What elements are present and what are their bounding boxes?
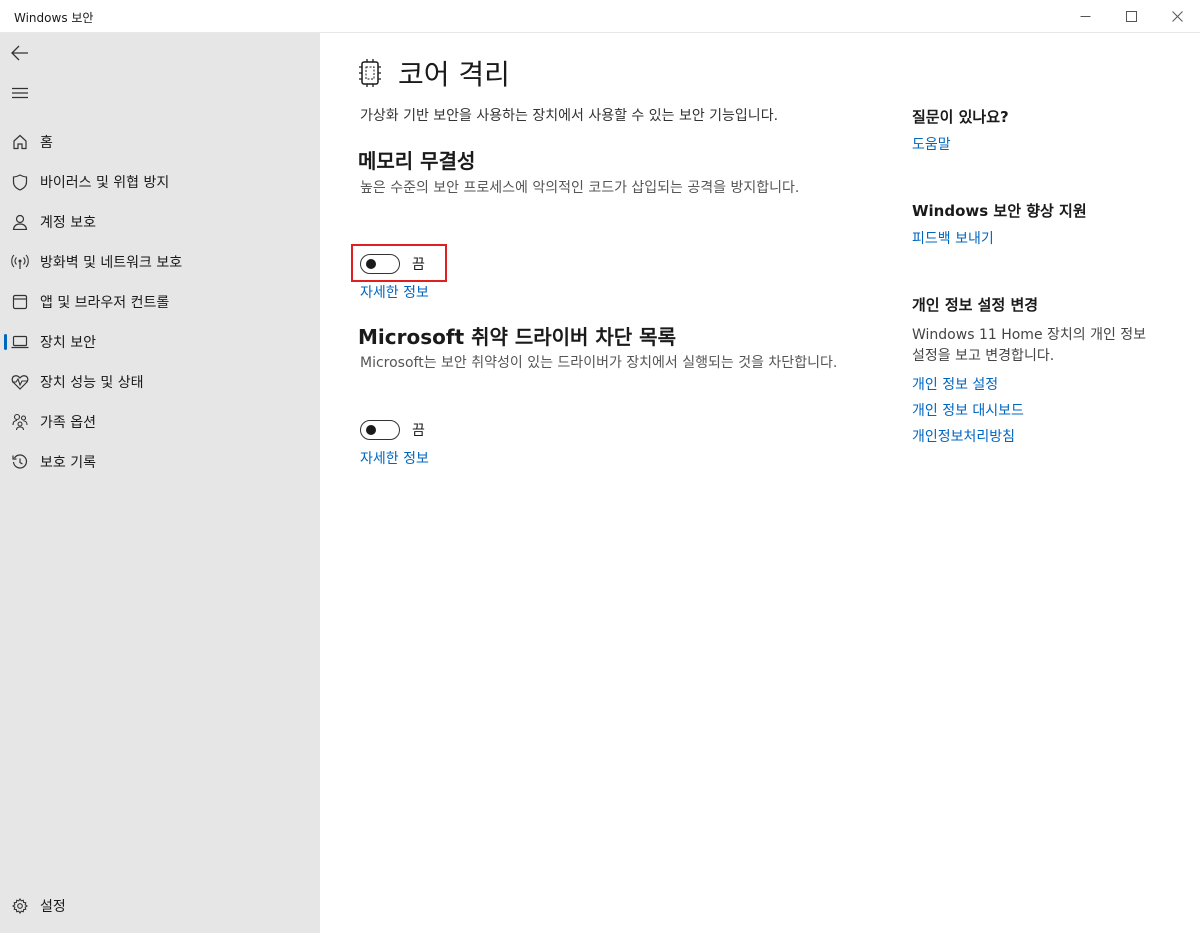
- memory-integrity-description: 높은 수준의 보안 프로세스에 악의적인 코드가 삽입되는 공격을 방지합니다.: [360, 180, 800, 196]
- sidebar-item-label: 방화벽 및 네트워크 보호: [40, 255, 183, 271]
- gear-icon: [11, 897, 29, 915]
- shield-icon: [11, 173, 29, 191]
- privacy-settings-link[interactable]: 개인 정보 설정: [912, 374, 998, 394]
- driver-blocklist-heading: Microsoft 취약 드라이버 차단 목록: [358, 325, 676, 349]
- sidebar-item-label: 장치 보안: [40, 335, 96, 351]
- sidebar-item-account-protection[interactable]: 계정 보호: [0, 205, 320, 239]
- sidebar-item-app-browser[interactable]: 앱 및 브라우저 컨트롤: [0, 285, 320, 319]
- window-title: Windows 보안: [14, 11, 94, 25]
- sidebar-item-family[interactable]: 가족 옵션: [0, 405, 320, 439]
- maximize-button[interactable]: [1108, 0, 1154, 33]
- page-title: 코어 격리: [398, 58, 510, 91]
- family-icon: [11, 413, 29, 431]
- maximize-icon: [1125, 11, 1137, 22]
- sidebar-item-label: 보호 기록: [40, 455, 96, 471]
- hamburger-icon: [12, 87, 28, 99]
- memory-integrity-toggle-row: 끔: [360, 254, 425, 274]
- memory-integrity-learn-more-link[interactable]: 자세한 정보: [360, 282, 429, 302]
- sidebar-item-virus-protection[interactable]: 바이러스 및 위협 방지: [0, 165, 320, 199]
- main-content: 코어 격리 가상화 기반 보안을 사용하는 장치에서 사용할 수 있는 보안 기…: [320, 33, 1200, 933]
- feedback-link[interactable]: 피드백 보내기: [912, 228, 994, 248]
- toggle-knob: [366, 259, 376, 269]
- back-arrow-icon: [11, 45, 28, 61]
- minimize-button[interactable]: [1062, 0, 1108, 33]
- close-icon: [1171, 11, 1183, 22]
- sidebar-item-settings[interactable]: 설정: [0, 889, 320, 923]
- sidebar-item-device-security[interactable]: 장치 보안: [0, 325, 320, 359]
- memory-integrity-heading: 메모리 무결성: [358, 149, 476, 173]
- privacy-dashboard-link[interactable]: 개인 정보 대시보드: [912, 400, 1024, 420]
- privacy-description: Windows 11 Home 장치의 개인 정보 설정을 보고 변경합니다.: [912, 327, 1147, 364]
- history-icon: [11, 453, 29, 471]
- sidebar-item-label: 가족 옵션: [40, 415, 96, 431]
- sidebar-item-label: 설정: [40, 899, 66, 915]
- heart-pulse-icon: [11, 373, 29, 391]
- menu-button[interactable]: [8, 81, 32, 105]
- sidebar-item-protection-history[interactable]: 보호 기록: [0, 445, 320, 479]
- driver-blocklist-toggle-state: 끔: [412, 423, 425, 439]
- privacy-statement-link[interactable]: 개인정보처리방침: [912, 426, 1015, 446]
- person-icon: [11, 213, 29, 231]
- sidebar: 홈 바이러스 및 위협 방지 계정 보호 방화벽 및 네트워크 보호 앱 및 브…: [0, 33, 320, 933]
- sidebar-item-label: 홈: [40, 135, 53, 151]
- page-description: 가상화 기반 보안을 사용하는 장치에서 사용할 수 있는 보안 기능입니다.: [360, 108, 779, 124]
- driver-blocklist-toggle-row: 끔: [360, 420, 425, 440]
- sidebar-item-label: 앱 및 브라우저 컨트롤: [40, 295, 170, 311]
- toggle-knob: [366, 425, 376, 435]
- back-button[interactable]: [8, 41, 32, 65]
- help-link[interactable]: 도움말: [912, 134, 951, 154]
- sidebar-item-device-performance[interactable]: 장치 성능 및 상태: [0, 365, 320, 399]
- driver-blocklist-description: Microsoft는 보안 취약성이 있는 드라이버가 장치에서 실행되는 것을…: [360, 355, 838, 371]
- memory-integrity-toggle-state: 끔: [412, 257, 425, 273]
- laptop-icon: [11, 333, 29, 351]
- home-icon: [11, 133, 29, 151]
- core-isolation-chip-icon: [358, 58, 384, 88]
- sidebar-item-label: 계정 보호: [40, 215, 96, 231]
- sidebar-item-firewall[interactable]: 방화벽 및 네트워크 보호: [0, 245, 320, 279]
- sidebar-item-label: 바이러스 및 위협 방지: [40, 175, 170, 191]
- close-button[interactable]: [1154, 0, 1200, 33]
- wifi-signal-icon: [11, 253, 29, 271]
- memory-integrity-toggle[interactable]: [360, 254, 400, 274]
- privacy-heading: 개인 정보 설정 변경: [912, 296, 1039, 314]
- title-bar: Windows 보안: [0, 0, 1200, 33]
- minimize-icon: [1080, 16, 1090, 17]
- browser-window-icon: [11, 293, 29, 311]
- improve-heading: Windows 보안 향상 지원: [912, 202, 1087, 220]
- sidebar-item-label: 장치 성능 및 상태: [40, 375, 144, 391]
- questions-heading: 질문이 있나요?: [912, 108, 1009, 126]
- sidebar-item-home[interactable]: 홈: [0, 125, 320, 159]
- driver-blocklist-toggle[interactable]: [360, 420, 400, 440]
- driver-blocklist-learn-more-link[interactable]: 자세한 정보: [360, 448, 429, 468]
